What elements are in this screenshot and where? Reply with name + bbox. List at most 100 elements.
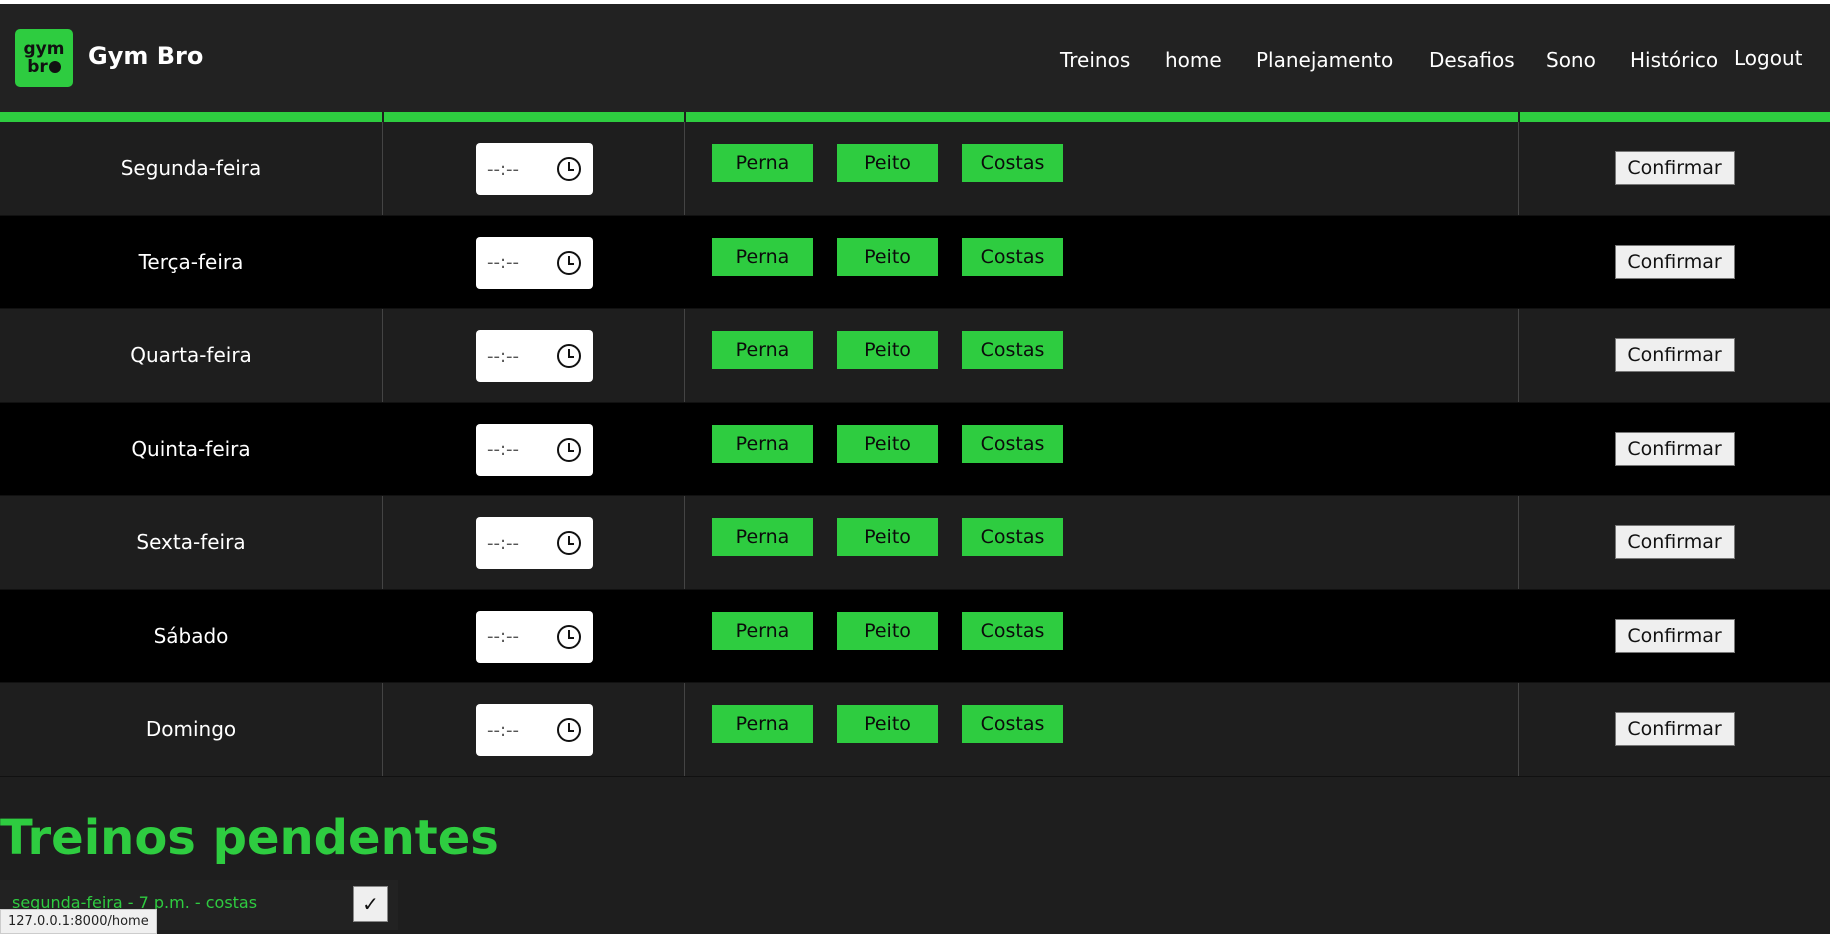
header-divider — [1518, 112, 1520, 122]
main-nav: Treinos home Planejamento Desafios Sono … — [1060, 46, 1810, 78]
tag-perna[interactable]: Perna — [712, 611, 813, 650]
tag-perna[interactable]: Perna — [712, 237, 813, 276]
workout-tags-cell: Perna Peito Costas — [685, 122, 1519, 215]
time-cell: --:-- — [383, 215, 685, 308]
confirm-cell: Confirmar — [1519, 403, 1830, 496]
time-placeholder: --:-- — [487, 626, 520, 647]
confirm-cell: Confirmar — [1519, 216, 1830, 309]
day-name: Segunda-feira — [0, 122, 383, 215]
nav-historico[interactable]: Histórico — [1630, 48, 1718, 72]
time-placeholder: --:-- — [487, 439, 520, 460]
complete-workout-button[interactable]: ✓ — [353, 886, 388, 922]
clock-icon[interactable] — [557, 624, 581, 649]
time-input[interactable]: --:-- — [476, 704, 593, 756]
table-header — [0, 112, 1830, 122]
time-placeholder: --:-- — [487, 252, 520, 273]
confirm-button[interactable]: Confirmar — [1614, 151, 1735, 186]
nav-sono[interactable]: Sono — [1546, 48, 1596, 72]
tag-perna[interactable]: Perna — [712, 331, 813, 369]
tag-costas[interactable]: Costas — [962, 144, 1063, 182]
tag-peito[interactable]: Peito — [837, 611, 938, 650]
pending-workouts-title: Treinos pendentes — [0, 810, 499, 866]
tag-peito[interactable]: Peito — [837, 705, 938, 743]
clock-icon[interactable] — [557, 437, 581, 462]
confirm-button[interactable]: Confirmar — [1614, 712, 1735, 747]
time-placeholder: --:-- — [487, 532, 520, 554]
logo-text-top: gym — [23, 39, 65, 59]
confirm-cell: Confirmar — [1519, 122, 1830, 215]
time-input[interactable]: --:-- — [476, 517, 593, 569]
nav-home[interactable]: home — [1165, 48, 1222, 72]
clock-icon[interactable] — [557, 344, 581, 368]
nav-planejamento[interactable]: Planejamento — [1256, 48, 1393, 72]
confirm-button[interactable]: Confirmar — [1614, 244, 1735, 279]
day-name: Domingo — [0, 683, 383, 776]
workout-tags-cell: Perna Peito Costas — [685, 309, 1519, 402]
confirm-cell: Confirmar — [1519, 496, 1830, 589]
confirm-cell: Confirmar — [1519, 683, 1830, 776]
schedule-row: Segunda-feira --:-- Perna Peito Costas Confir… — [0, 122, 1830, 216]
time-input[interactable]: --:-- — [476, 330, 593, 382]
day-name: Terça-feira — [0, 215, 383, 308]
time-cell: --:-- — [383, 402, 685, 495]
clock-icon[interactable] — [557, 250, 581, 275]
schedule-row: Sexta-feira --:-- Perna Peito Costas Confirma… — [0, 496, 1830, 590]
tag-costas[interactable]: Costas — [962, 424, 1063, 463]
day-name: Quarta-feira — [0, 309, 383, 402]
gym-bro-logo[interactable]: gym br — [15, 29, 73, 87]
tag-costas[interactable]: Costas — [962, 611, 1063, 650]
confirm-button[interactable]: Confirmar — [1614, 618, 1735, 653]
schedule-row: Domingo --:-- Perna Peito Costas Confirmar — [0, 683, 1830, 777]
time-input[interactable]: --:-- — [476, 236, 593, 289]
day-name: Sábado — [0, 589, 383, 682]
time-input[interactable]: --:-- — [476, 143, 593, 195]
logo-text-bottom: br — [27, 58, 61, 76]
clock-icon[interactable] — [557, 157, 581, 181]
time-cell: --:-- — [383, 309, 685, 402]
schedule-row: Quarta-feira --:-- Perna Peito Costas Confirm… — [0, 309, 1830, 403]
nav-logout[interactable]: Logout — [1734, 46, 1802, 70]
clock-icon[interactable] — [557, 718, 581, 742]
nav-desafios[interactable]: Desafios — [1429, 48, 1515, 72]
time-placeholder: --:-- — [487, 345, 520, 367]
schedule-row: Terça-feira --:-- Perna Peito Costas Confirma… — [0, 215, 1830, 309]
header-divider — [684, 112, 686, 122]
status-bar-url: 127.0.0.1:8000/home — [0, 909, 157, 934]
tag-perna[interactable]: Perna — [712, 518, 813, 556]
confirm-button[interactable]: Confirmar — [1614, 338, 1735, 373]
tag-peito[interactable]: Peito — [837, 518, 938, 556]
kettlebell-icon — [48, 61, 61, 73]
clock-icon[interactable] — [557, 531, 581, 555]
tag-costas[interactable]: Costas — [962, 237, 1063, 276]
tag-perna[interactable]: Perna — [712, 705, 813, 743]
tag-peito[interactable]: Peito — [837, 237, 938, 276]
tag-perna[interactable]: Perna — [712, 144, 813, 182]
time-input[interactable]: --:-- — [476, 610, 593, 663]
header-divider — [382, 112, 384, 122]
workout-tags-cell: Perna Peito Costas — [685, 683, 1519, 776]
weekly-schedule-table: Segunda-feira --:-- Perna Peito Costas Confir… — [0, 112, 1830, 777]
confirm-button[interactable]: Confirmar — [1614, 431, 1735, 466]
tag-costas[interactable]: Costas — [962, 331, 1063, 369]
tag-perna[interactable]: Perna — [712, 424, 813, 463]
time-placeholder: --:-- — [487, 158, 520, 180]
tag-costas[interactable]: Costas — [962, 705, 1063, 743]
day-name: Quinta-feira — [0, 402, 383, 495]
nav-treinos[interactable]: Treinos — [1060, 48, 1130, 72]
top-navbar: gym br Gym Bro Treinos home Planejamento… — [0, 4, 1830, 112]
workout-tags-cell: Perna Peito Costas — [685, 496, 1519, 589]
time-cell: --:-- — [383, 496, 685, 589]
time-input[interactable]: --:-- — [476, 423, 593, 476]
tag-peito[interactable]: Peito — [837, 424, 938, 463]
tag-costas[interactable]: Costas — [962, 518, 1063, 556]
confirm-cell: Confirmar — [1519, 309, 1830, 402]
time-cell: --:-- — [383, 589, 685, 682]
workout-tags-cell: Perna Peito Costas — [685, 589, 1519, 682]
confirm-button[interactable]: Confirmar — [1614, 525, 1735, 560]
schedule-row: Quinta-feira --:-- Perna Peito Costas Confirm… — [0, 402, 1830, 496]
tag-peito[interactable]: Peito — [837, 144, 938, 182]
time-cell: --:-- — [383, 683, 685, 776]
brand-name[interactable]: Gym Bro — [88, 42, 203, 70]
workout-tags-cell: Perna Peito Costas — [685, 215, 1519, 308]
tag-peito[interactable]: Peito — [837, 331, 938, 369]
